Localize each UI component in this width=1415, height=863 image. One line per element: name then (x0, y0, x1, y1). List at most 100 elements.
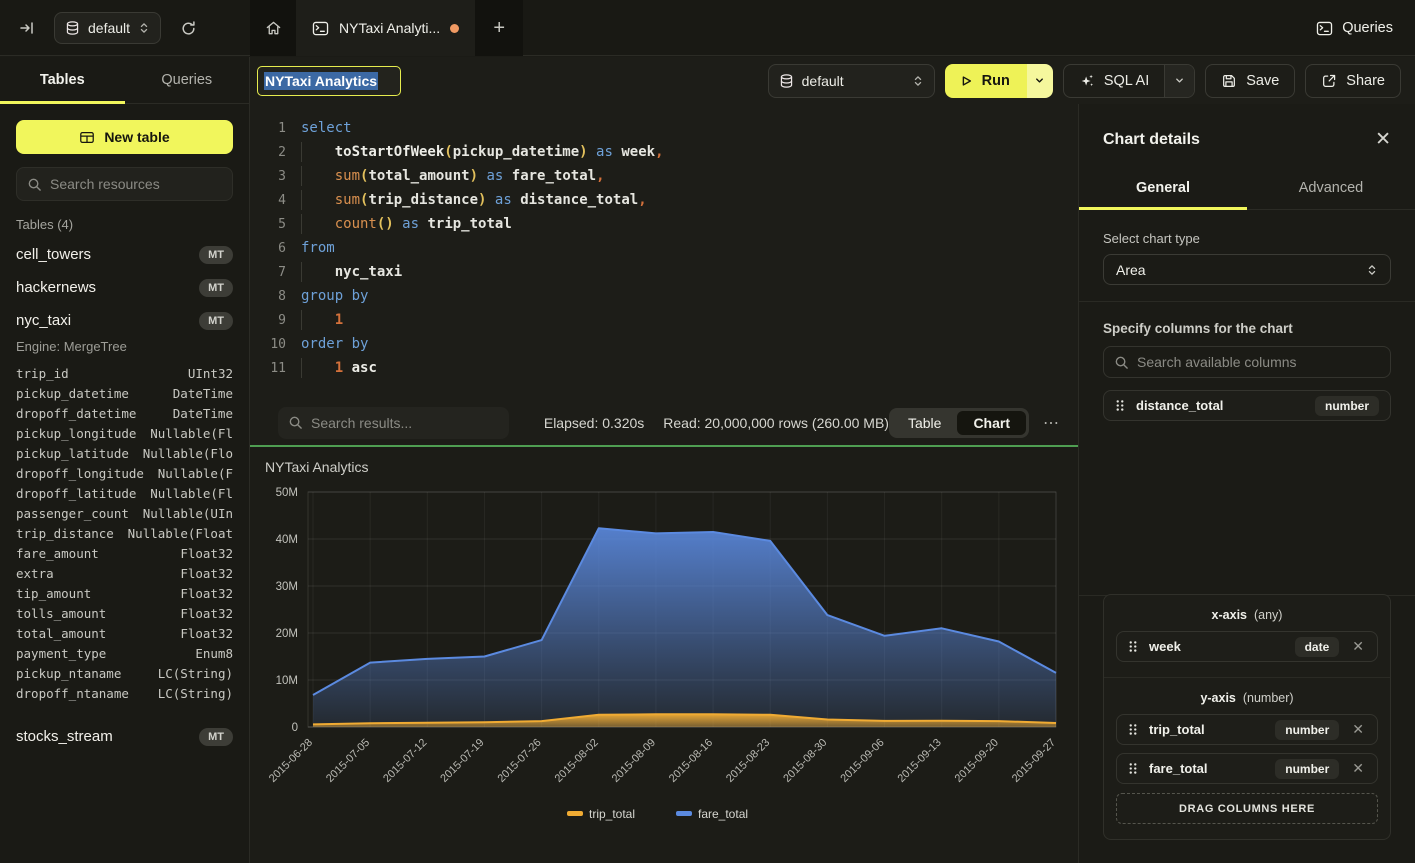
app-root: default NYTaxi Analyti... (0, 0, 1415, 863)
toggle-chart[interactable]: Chart (957, 411, 1026, 435)
column-name: tip_amount (16, 586, 91, 606)
column-pill[interactable]: week date ✕ (1116, 631, 1378, 662)
engine-badge: MT (199, 279, 233, 297)
chart-panel: NYTaxi Analytics 010M20M30M40M50M2015-06… (250, 445, 1078, 863)
column-pill[interactable]: distance_total number (1103, 390, 1391, 421)
line-number: 3 (258, 169, 286, 184)
sql-ai-options-button[interactable] (1164, 65, 1194, 97)
table-name: hackernews (16, 279, 199, 296)
drag-handle-icon[interactable] (1128, 722, 1138, 737)
remove-column-icon[interactable]: ✕ (1350, 760, 1366, 777)
column-row: total_amount Float32 (16, 626, 233, 646)
code-line: 5 count() as trip_total (250, 212, 1078, 236)
drag-handle-icon[interactable] (1128, 761, 1138, 776)
code-line: 7 nyc_taxi (250, 260, 1078, 284)
database-selector[interactable]: default (54, 12, 161, 44)
column-type: Nullable(F (158, 466, 233, 486)
query-toolbar: NYTaxi Analytics default Run (250, 57, 1415, 104)
column-row: extra Float32 (16, 566, 233, 586)
table-row[interactable]: hackernews MT (0, 271, 249, 304)
line-number: 8 (258, 289, 286, 304)
table-row[interactable]: stocks_stream MT (0, 720, 249, 753)
more-options-icon[interactable]: ⋯ (1037, 413, 1066, 433)
chart-type-select[interactable]: Area (1103, 254, 1391, 285)
column-row: tip_amount Float32 (16, 586, 233, 606)
collapse-sidebar-icon[interactable] (14, 15, 40, 41)
line-number: 7 (258, 265, 286, 280)
drag-handle-icon[interactable] (1128, 639, 1138, 654)
svg-text:10M: 10M (276, 675, 298, 687)
column-type: Nullable(Float (128, 526, 233, 546)
drag-handle-icon[interactable] (1115, 398, 1125, 413)
column-row: pickup_longitude Nullable(Fl (16, 426, 233, 446)
column-name: extra (16, 566, 54, 586)
sql-editor[interactable]: 1 select 2 toStartOfWeek(pickup_datetime… (250, 104, 1078, 400)
columns-search-input[interactable] (1137, 354, 1380, 370)
svg-text:2015-08-30: 2015-08-30 (781, 737, 829, 785)
column-pill[interactable]: trip_total number ✕ (1116, 714, 1378, 745)
tab-general[interactable]: General (1079, 167, 1247, 209)
remove-column-icon[interactable]: ✕ (1350, 721, 1366, 738)
pill-name: week (1149, 639, 1181, 654)
sidebar-tab-queries[interactable]: Queries (125, 57, 250, 103)
refresh-icon[interactable] (175, 15, 201, 41)
queries-button[interactable]: Queries (1316, 20, 1393, 36)
query-database-selector[interactable]: default (768, 64, 935, 98)
save-button[interactable]: Save (1205, 64, 1295, 98)
sidebar-search[interactable] (16, 167, 233, 201)
table-name: stocks_stream (16, 728, 199, 745)
column-name: pickup_ntaname (16, 666, 121, 686)
code-text: toStartOfWeek(pickup_datetime) as week, (301, 144, 664, 160)
table-row[interactable]: cell_towers MT (0, 238, 249, 271)
results-search[interactable] (278, 407, 509, 439)
code-line: 2 toStartOfWeek(pickup_datetime) as week… (250, 140, 1078, 164)
svg-text:30M: 30M (276, 581, 298, 593)
column-row: tolls_amount Float32 (16, 606, 233, 626)
code-line: 9 1 (250, 308, 1078, 332)
sql-ai-button[interactable]: SQL AI (1064, 65, 1164, 97)
run-button[interactable]: Run (945, 64, 1027, 98)
svg-text:2015-09-06: 2015-09-06 (838, 737, 886, 785)
table-name: cell_towers (16, 246, 199, 263)
legend-item[interactable]: fare_total (676, 807, 748, 821)
table-row[interactable]: nyc_taxi MT (0, 304, 249, 337)
close-panel-icon[interactable]: ✕ (1375, 130, 1391, 149)
view-toggle: Table Chart (889, 408, 1029, 438)
pill-type-badge: date (1295, 637, 1340, 657)
query-title-input[interactable]: NYTaxi Analytics (257, 66, 401, 96)
remove-column-icon[interactable]: ✕ (1350, 638, 1366, 655)
share-icon (1321, 73, 1337, 89)
column-name: total_amount (16, 626, 106, 646)
column-type: Nullable(Fl (150, 426, 233, 446)
sidebar-search-input[interactable] (50, 176, 222, 192)
new-tab-button[interactable]: + (475, 0, 523, 56)
x-axis-header: x-axis (any) (1116, 608, 1378, 622)
tab-nytaxi-analytics[interactable]: NYTaxi Analyti... (296, 0, 475, 56)
share-button[interactable]: Share (1305, 64, 1401, 98)
toggle-table[interactable]: Table (892, 411, 957, 435)
svg-text:2015-07-12: 2015-07-12 (381, 737, 429, 785)
query-title-value: NYTaxi Analytics (264, 72, 378, 90)
new-table-button[interactable]: New table (16, 120, 233, 154)
engine-badge: MT (199, 728, 233, 746)
area-chart: 010M20M30M40M50M2015-06-282015-07-052015… (250, 447, 1078, 863)
sidebar-tabs: Tables Queries (0, 57, 249, 104)
run-options-button[interactable] (1027, 64, 1053, 98)
results-search-input[interactable] (311, 415, 499, 431)
column-type: Nullable(Fl (150, 486, 233, 506)
column-pill[interactable]: fare_total number ✕ (1116, 753, 1378, 784)
column-row: dropoff_longitude Nullable(F (16, 466, 233, 486)
tab-strip: NYTaxi Analyti... + (250, 0, 523, 56)
tab-advanced[interactable]: Advanced (1247, 167, 1415, 209)
svg-text:0: 0 (292, 722, 298, 734)
svg-text:40M: 40M (276, 534, 298, 546)
column-row: payment_type Enum8 (16, 646, 233, 666)
column-type: LC(String) (158, 666, 233, 686)
drop-zone[interactable]: DRAG COLUMNS HERE (1116, 793, 1378, 824)
columns-search[interactable] (1103, 346, 1391, 378)
sidebar-tab-tables[interactable]: Tables (0, 57, 125, 103)
column-type: Float32 (180, 606, 233, 626)
home-tab[interactable] (250, 0, 296, 56)
legend-item[interactable]: trip_total (567, 807, 635, 821)
tables-list: cell_towers MT hackernews MT nyc_taxi MT… (0, 238, 249, 753)
